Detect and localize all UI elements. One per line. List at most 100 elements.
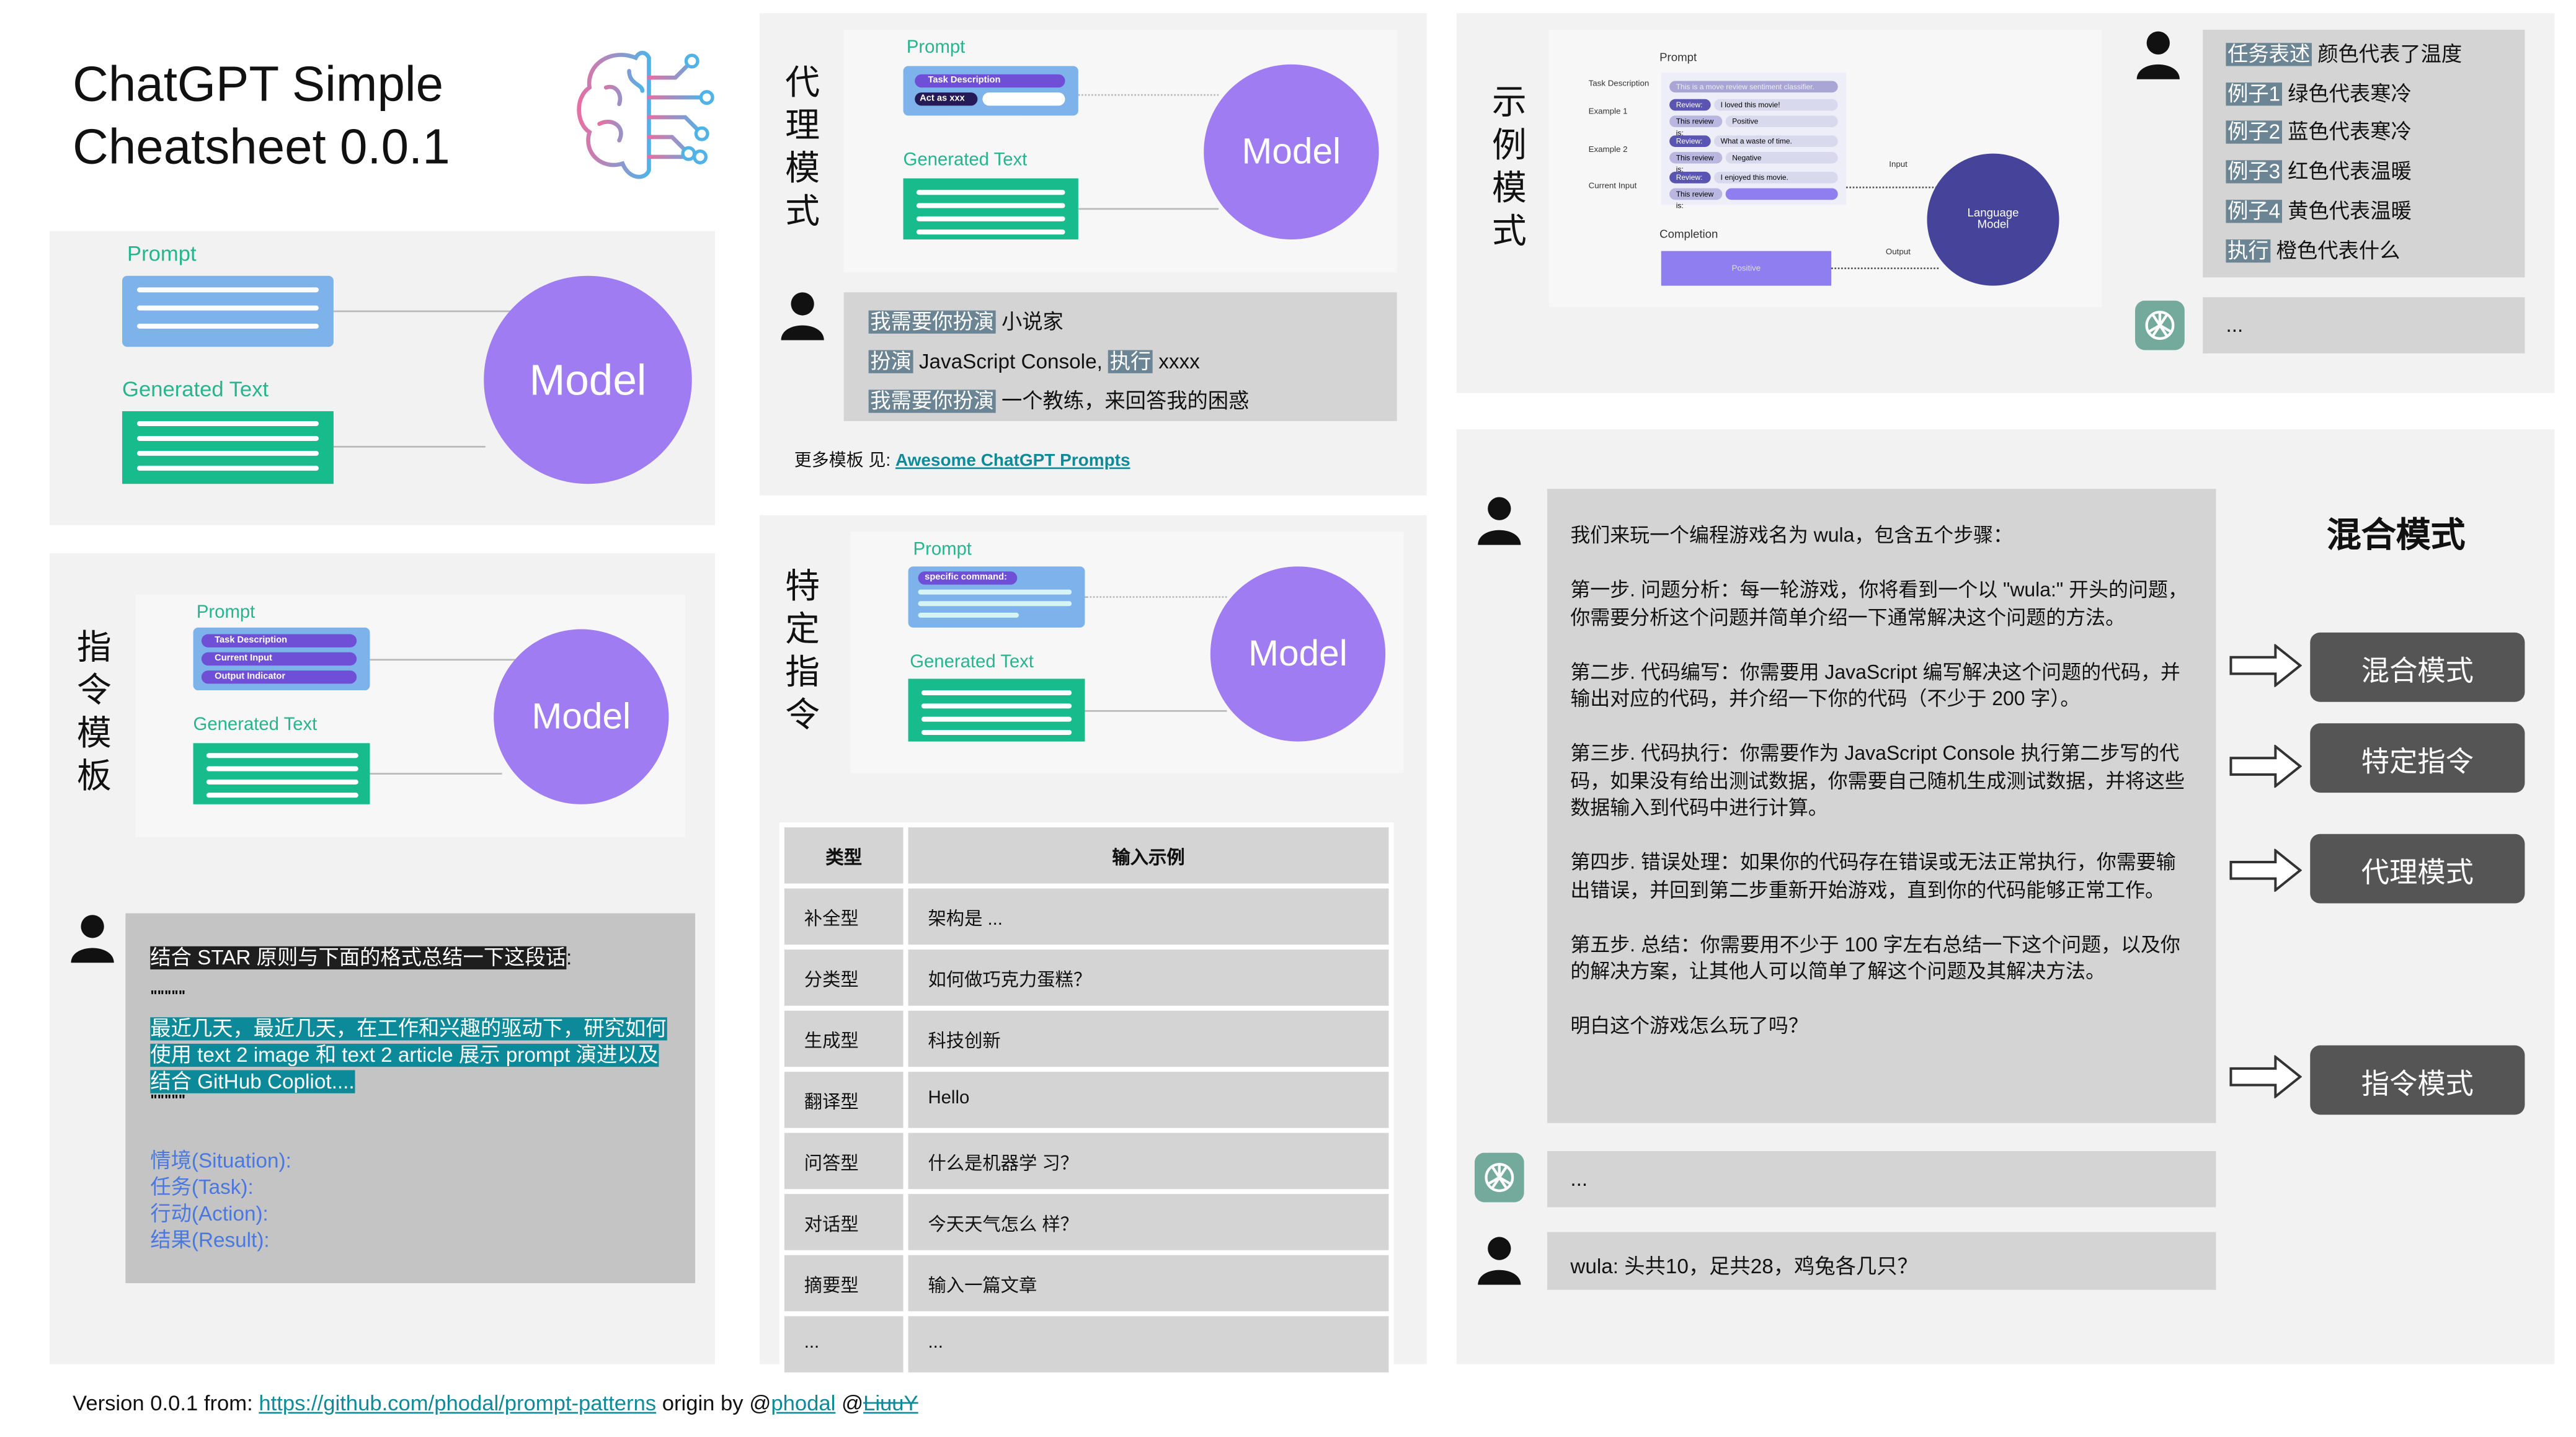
arrow-right-icon	[2229, 644, 2302, 687]
keyword-highlight: 扮演	[868, 350, 913, 373]
chatgpt-icon	[1474, 1152, 1524, 1203]
table-row: 对话型 今天天气怎么 样？	[784, 1194, 1389, 1250]
input-arrow	[1085, 596, 1227, 598]
keyword-highlight: 例子4	[2226, 200, 2282, 223]
review-1: I loved this movie!	[1713, 99, 1838, 111]
completion-label: Completion	[1659, 229, 1718, 241]
generated-text-box	[122, 411, 334, 484]
table-row: 生成型 科技创新	[784, 1010, 1389, 1067]
repo-link[interactable]: https://github.com/phodal/prompt-pattern…	[259, 1390, 656, 1415]
user-icon	[1478, 1237, 1521, 1285]
table-cell: 翻译型	[784, 1072, 904, 1128]
keyword-highlight: 例子3	[2226, 160, 2282, 184]
mixed-mode-title: 混合模式	[2326, 517, 2466, 555]
model-label: Model	[1241, 130, 1341, 172]
table-cell: 分类型	[784, 950, 904, 1006]
user-icon	[1478, 497, 1521, 545]
review-tag: Review:	[1669, 171, 1711, 184]
table-row: 分类型 如何做巧克力蛋糕？	[784, 950, 1389, 1006]
line-text: 黄色代表温暖	[2281, 199, 2412, 223]
table-cell: 补全型	[784, 888, 904, 945]
example-line: 例子2 蓝色代表寒冷	[2226, 115, 2462, 154]
field-action: 行动(Action):	[150, 1202, 269, 1226]
prompt-label: Prompt	[196, 602, 255, 623]
agent-mode-button[interactable]: 代理模式	[2310, 834, 2525, 904]
task-description-label: Task Description	[1588, 79, 1650, 89]
table-cell: ...	[908, 1316, 1389, 1372]
output-arrow	[1085, 710, 1227, 712]
instruction-mode-button[interactable]: 指令模式	[2310, 1045, 2525, 1115]
model-circle: Model	[484, 275, 692, 484]
user-icon	[71, 915, 114, 963]
example-line: 例子1 绿色代表寒冷	[2226, 76, 2462, 115]
line-text: xxxx	[1153, 350, 1200, 373]
keyword-highlight: 执行	[1108, 350, 1153, 373]
instruction-template-prompt: 结合 STAR 原则与下面的格式总结一下这段话: """"" 最近几天，最近几天…	[125, 913, 696, 1283]
agent-mode-title: 代理模式	[785, 64, 820, 231]
reply-text: ...	[2226, 313, 2244, 337]
field-task: 任务(Task):	[150, 1175, 254, 1199]
quote-close: """""	[150, 1092, 186, 1108]
author-phodal-link[interactable]: phodal	[771, 1390, 835, 1415]
generated-text-label: Generated Text	[903, 150, 1028, 171]
mixed-mode-prompt: 我们来玩一个编程游戏名为 wula，包含五个步骤： 第一步. 问题分析：每一轮游戏…	[1547, 489, 2216, 1123]
line-text: 红色代表温暖	[2281, 160, 2412, 184]
instruction-text: 结合 STAR 原则与下面的格式总结一下这段话	[150, 946, 566, 970]
title-line-2: Cheatsheet 0.0.1	[73, 120, 450, 176]
specific-command-button[interactable]: 特定指令	[2310, 723, 2525, 793]
review-3: I enjoyed this movie.	[1713, 171, 1838, 184]
example-mode-reply: ...	[2203, 297, 2525, 354]
table-row: 补全型 架构是 ...	[784, 888, 1389, 945]
table-cell: ...	[784, 1316, 904, 1372]
keyword-highlight: 我需要你扮演	[868, 389, 996, 413]
agent-line-2: 扮演 JavaScript Console, 执行 xxxx	[868, 342, 1250, 381]
footer-sep: @	[835, 1390, 864, 1416]
example-2-label: Example 2	[1588, 145, 1628, 156]
example-line: 执行 橙色代表什么	[2226, 232, 2462, 271]
keyword-highlight: 执行	[2226, 238, 2271, 262]
input-label: Input	[1889, 160, 1908, 171]
generated-text-box	[908, 678, 1085, 742]
awesome-chatgpt-prompts-link[interactable]: Awesome ChatGPT Prompts	[895, 451, 1130, 471]
prompt-label: Prompt	[127, 241, 197, 266]
more-templates-label: 更多模板 见:	[794, 450, 895, 471]
current-input-pill: Current Input	[201, 652, 357, 666]
table-cell: 架构是 ...	[908, 888, 1389, 945]
example-line: 例子4 黄色代表温暖	[2226, 193, 2462, 232]
quote-open: """""	[150, 987, 186, 1004]
review-is-tag: This review is:	[1669, 115, 1723, 137]
mixed-mode-button[interactable]: 混合模式	[2310, 632, 2525, 702]
table-header-row: 类型 输入示例	[784, 827, 1389, 884]
line-text: 颜色代表了温度	[2311, 43, 2463, 66]
field-result: 结果(Result):	[150, 1229, 270, 1252]
colon: :	[566, 946, 572, 970]
footer-origin: origin by @	[656, 1390, 771, 1416]
line-text: JavaScript Console,	[913, 350, 1109, 373]
title-line-1: ChatGPT Simple	[73, 58, 444, 113]
few-shot-diagram: Prompt Task Description Example 1 Exampl…	[1548, 29, 2102, 308]
table-header-cell: 类型	[784, 827, 904, 884]
agent-line-1: 我需要你扮演 小说家	[868, 302, 1250, 342]
language-model-circle: Language Model	[1927, 153, 2059, 286]
prompt-label: Prompt	[906, 38, 966, 58]
table-cell: 对话型	[784, 1194, 904, 1250]
instruction-template-title: 指令模板	[76, 629, 112, 796]
passage-text: 最近几天，最近几天，在工作和兴趣的驱动下，研究如何使用 text 2 image…	[150, 1017, 667, 1093]
user-icon	[2136, 31, 2180, 79]
author-liuuy-link[interactable]: LiuuY	[863, 1390, 918, 1415]
review-tag: Review:	[1669, 135, 1711, 147]
line-text: 橙色代表什么	[2270, 238, 2401, 262]
example-mode-title: 示例模式	[1491, 84, 1527, 251]
line-text: 绿色代表寒冷	[2281, 82, 2412, 105]
mixed-mode-reply: ...	[1547, 1150, 2216, 1208]
prompt-box: Task Description Act as xxx	[903, 66, 1078, 116]
prompt-box	[122, 275, 334, 347]
model-circle: Model	[1210, 566, 1386, 742]
prompt-paragraph: 第二步. 代码编写：你需要用 JavaScript 编写解决这个问题的代码，并输…	[1570, 659, 2180, 711]
reply-text: ...	[1570, 1167, 1588, 1191]
user-icon	[781, 292, 824, 340]
review-2: What a waste of time.	[1713, 135, 1838, 147]
table-row: 摘要型 输入一篇文章	[784, 1255, 1389, 1312]
act-as-pill: Act as xxx	[915, 92, 978, 106]
table-row: ......	[784, 1316, 1389, 1372]
